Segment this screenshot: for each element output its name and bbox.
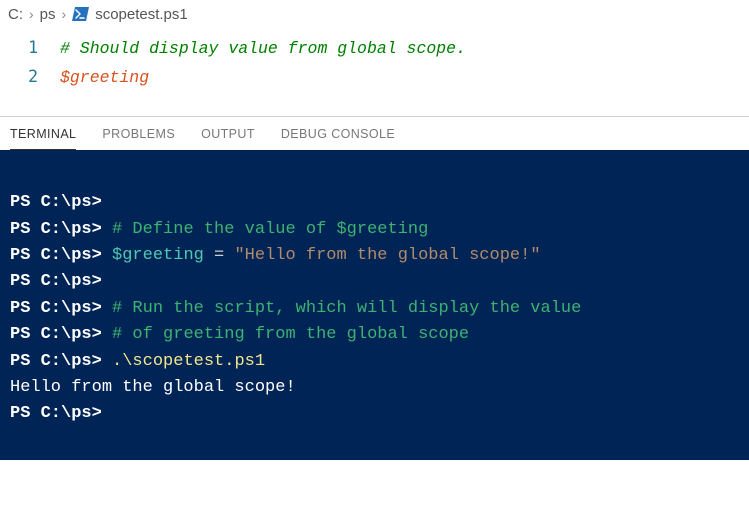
code-editor[interactable]: 1# Should display value from global scop… bbox=[0, 28, 749, 110]
code-content[interactable]: # Should display value from global scope… bbox=[60, 35, 466, 63]
terminal-line: Hello from the global scope! bbox=[10, 378, 296, 397]
powershell-icon bbox=[72, 7, 89, 21]
terminal-line: PS C:\ps> # of greeting from the global … bbox=[10, 325, 469, 344]
terminal-line: PS C:\ps> $greeting = "Hello from the gl… bbox=[10, 246, 541, 265]
breadcrumb: C: › ps › scopetest.ps1 bbox=[0, 0, 749, 28]
panel-tabs: TERMINAL PROBLEMS OUTPUT DEBUG CONSOLE bbox=[0, 117, 749, 150]
chevron-right-icon: › bbox=[29, 6, 34, 22]
chevron-right-icon: › bbox=[62, 6, 67, 22]
breadcrumb-filename[interactable]: scopetest.ps1 bbox=[95, 6, 188, 23]
terminal-line: PS C:\ps> bbox=[10, 272, 102, 291]
tab-output[interactable]: OUTPUT bbox=[201, 127, 255, 150]
tab-problems[interactable]: PROBLEMS bbox=[102, 127, 175, 150]
editor-line[interactable]: 2$greeting bbox=[0, 63, 749, 92]
terminal-line: PS C:\ps> # Define the value of $greetin… bbox=[10, 220, 428, 239]
tab-debug-console[interactable]: DEBUG CONSOLE bbox=[281, 127, 395, 150]
tab-terminal[interactable]: TERMINAL bbox=[10, 127, 76, 150]
editor-line[interactable]: 1# Should display value from global scop… bbox=[0, 34, 749, 63]
breadcrumb-part[interactable]: ps bbox=[40, 6, 56, 23]
terminal-line: PS C:\ps> .\scopetest.ps1 bbox=[10, 352, 265, 371]
line-number: 1 bbox=[0, 34, 60, 62]
terminal[interactable]: PS C:\ps> PS C:\ps> # Define the value o… bbox=[0, 150, 749, 460]
terminal-line: PS C:\ps> bbox=[10, 193, 102, 212]
terminal-line: PS C:\ps> # Run the script, which will d… bbox=[10, 299, 581, 318]
code-content[interactable]: $greeting bbox=[60, 64, 149, 92]
breadcrumb-part[interactable]: C: bbox=[8, 6, 23, 23]
terminal-line: PS C:\ps> bbox=[10, 404, 102, 423]
line-number: 2 bbox=[0, 63, 60, 91]
